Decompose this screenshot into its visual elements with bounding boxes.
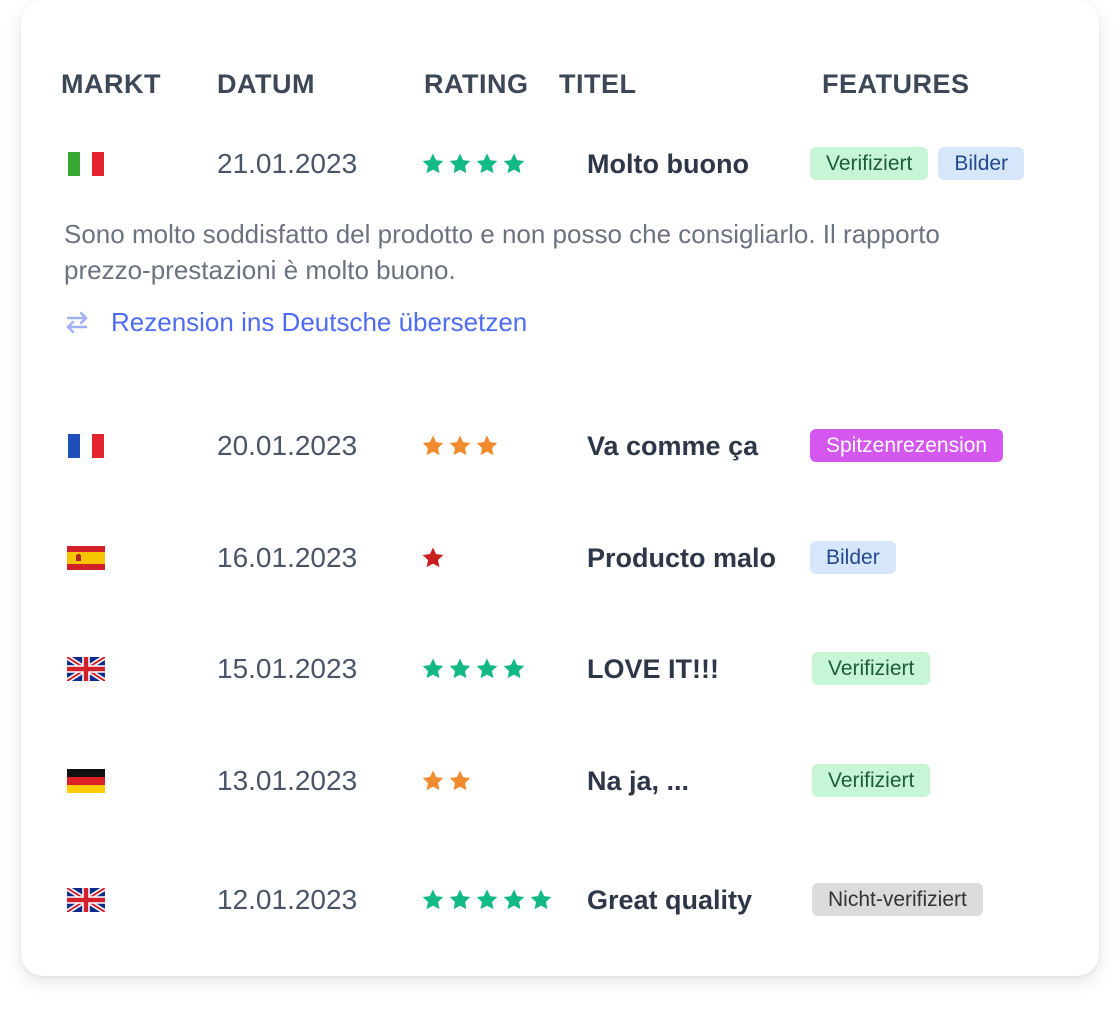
star-rating [421, 150, 526, 178]
uk-flag-icon [67, 657, 105, 681]
star-rating [421, 432, 499, 460]
star-icon [422, 435, 444, 456]
review-row[interactable]: 20.01.2023 Va comme ça Spitzenrezension [21, 426, 1099, 466]
translate-review-link[interactable]: Rezension ins Deutsche übersetzen [63, 306, 527, 338]
star-icon [422, 658, 444, 679]
star-icon [503, 889, 525, 910]
star-icon [449, 658, 471, 679]
column-header-date: DATUM [217, 69, 315, 99]
review-date: 20.01.2023 [217, 430, 358, 461]
star-rating [421, 767, 472, 795]
review-title: Molto buono [587, 149, 749, 179]
column-header-market: MARKT [61, 69, 161, 99]
review-row[interactable]: 16.01.2023 Producto malo Bilder [21, 538, 1099, 578]
verified-badge: Verifiziert [812, 652, 931, 685]
top-review-badge: Spitzenrezension [810, 429, 1004, 462]
reviews-card: MARKT DATUM RATING TITEL FEATURES 21.01.… [21, 0, 1099, 976]
unverified-badge: Nicht-verifiziert [812, 883, 983, 916]
review-date: 12.01.2023 [217, 884, 358, 915]
star-icon [503, 658, 525, 679]
star-rating [421, 544, 445, 572]
star-icon [449, 435, 471, 456]
feature-badges: Nicht-verifiziert [812, 883, 983, 916]
column-header-title: TITEL [559, 69, 637, 99]
star-icon [422, 889, 444, 910]
review-title: Producto malo [587, 543, 777, 573]
star-icon [530, 889, 552, 910]
verified-badge: Verifiziert [812, 764, 931, 797]
italy-flag-icon [67, 152, 105, 176]
france-flag-icon [67, 434, 105, 458]
review-title: Na ja, ... [587, 766, 690, 796]
star-icon [449, 770, 471, 791]
feature-badges: Verifiziert Bilder [810, 147, 1025, 180]
images-badge: Bilder [938, 147, 1025, 180]
star-icon [449, 153, 471, 174]
star-icon [422, 153, 444, 174]
star-rating [421, 886, 553, 914]
spain-flag-icon [67, 546, 105, 570]
review-date: 15.01.2023 [217, 653, 358, 684]
star-icon [476, 435, 498, 456]
star-icon [422, 770, 444, 791]
review-row[interactable]: 21.01.2023 Molto buono Verifiziert Bilde… [21, 144, 1099, 184]
review-title: Va comme ça [587, 431, 759, 461]
feature-badges: Bilder [810, 541, 896, 574]
review-row[interactable]: 15.01.2023 LOVE IT!!! Verifiziert [21, 649, 1099, 689]
review-date: 21.01.2023 [217, 148, 358, 179]
feature-badges: Verifiziert [812, 652, 931, 685]
column-header-rating: RATING [424, 69, 529, 99]
star-icon [476, 153, 498, 174]
uk-flag-icon [67, 888, 105, 912]
review-text: Sono molto soddisfatto del prodotto e no… [64, 219, 940, 285]
feature-badges: Spitzenrezension [810, 429, 1004, 462]
column-header-features: FEATURES [822, 69, 970, 99]
verified-badge: Verifiziert [810, 147, 929, 180]
review-date: 16.01.2023 [217, 542, 358, 573]
star-icon [422, 547, 444, 568]
star-icon [476, 658, 498, 679]
germany-flag-icon [67, 769, 105, 793]
translate-review-label: Rezension ins Deutsche übersetzen [111, 307, 528, 337]
star-icon [503, 153, 525, 174]
review-title: Great quality [587, 885, 753, 915]
review-title: LOVE IT!!! [587, 654, 719, 684]
star-icon [476, 889, 498, 910]
review-row[interactable]: 12.01.2023 Great quality Nicht-verifizie… [21, 880, 1099, 920]
review-row[interactable]: 13.01.2023 Na ja, ... Verifiziert [21, 761, 1099, 801]
review-date: 13.01.2023 [217, 765, 358, 796]
star-rating [421, 655, 526, 683]
feature-badges: Verifiziert [812, 764, 931, 797]
star-icon [449, 889, 471, 910]
images-badge: Bilder [810, 541, 896, 574]
swap-arrows-icon [66, 311, 88, 334]
